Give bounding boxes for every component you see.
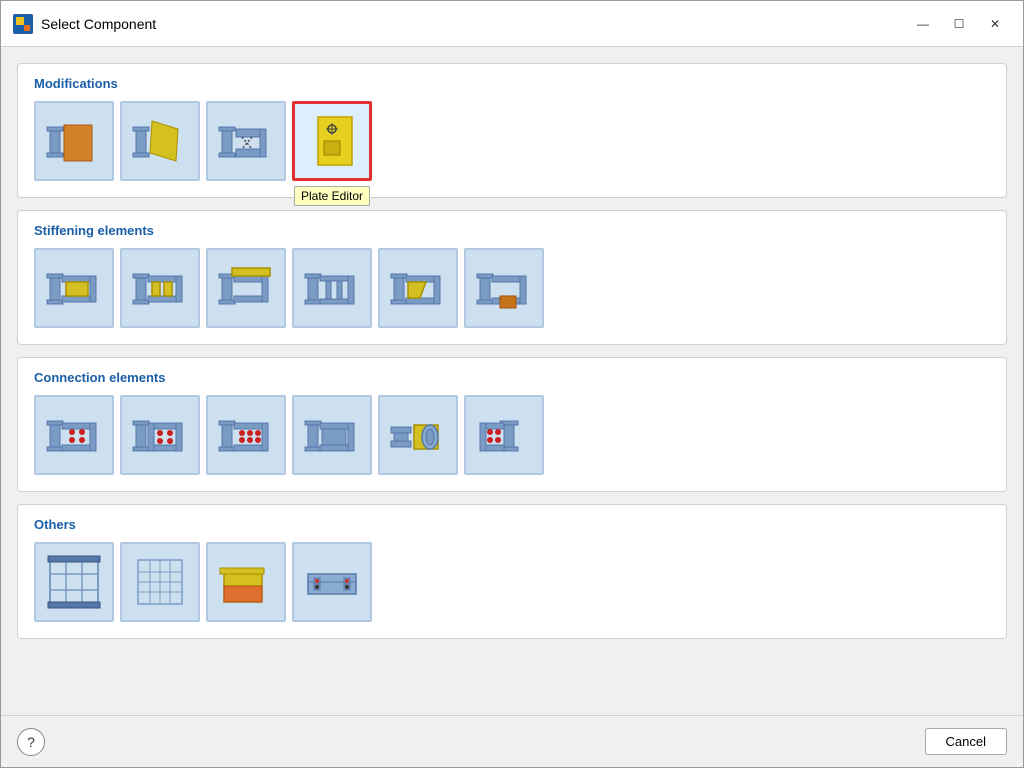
close-button[interactable]: ✕	[979, 10, 1011, 38]
others-section: Others	[17, 504, 1007, 639]
minimize-button[interactable]: —	[907, 10, 939, 38]
modifications-title: Modifications	[34, 76, 990, 91]
app-icon	[13, 14, 33, 34]
stiffening-title: Stiffening elements	[34, 223, 990, 238]
connection-items	[34, 395, 990, 475]
help-button[interactable]: ?	[17, 728, 45, 756]
modifications-items: Plate Editor	[34, 101, 990, 181]
conn-item-6[interactable]	[464, 395, 544, 475]
window-controls: — ☐ ✕	[907, 10, 1011, 38]
plate-editor-tooltip: Plate Editor	[294, 186, 370, 206]
select-component-dialog: Select Component — ☐ ✕ Modifications	[0, 0, 1024, 768]
stiff-item-2[interactable]	[120, 248, 200, 328]
stiffening-items	[34, 248, 990, 328]
mod-item-2[interactable]	[120, 101, 200, 181]
modifications-section: Modifications	[17, 63, 1007, 198]
stiffening-section: Stiffening elements	[17, 210, 1007, 345]
stiff-item-6[interactable]	[464, 248, 544, 328]
other-item-4[interactable]	[292, 542, 372, 622]
conn-item-3[interactable]	[206, 395, 286, 475]
other-item-1[interactable]	[34, 542, 114, 622]
conn-item-1[interactable]	[34, 395, 114, 475]
stiff-item-3[interactable]	[206, 248, 286, 328]
other-item-2[interactable]	[120, 542, 200, 622]
stiff-item-5[interactable]	[378, 248, 458, 328]
maximize-button[interactable]: ☐	[943, 10, 975, 38]
mod-item-4[interactable]: Plate Editor	[292, 101, 372, 181]
connection-section: Connection elements	[17, 357, 1007, 492]
cancel-button[interactable]: Cancel	[925, 728, 1007, 755]
mod-item-3[interactable]	[206, 101, 286, 181]
stiff-item-1[interactable]	[34, 248, 114, 328]
dialog-title: Select Component	[41, 16, 156, 32]
conn-item-2[interactable]	[120, 395, 200, 475]
connection-title: Connection elements	[34, 370, 990, 385]
other-item-3[interactable]	[206, 542, 286, 622]
conn-item-4[interactable]	[292, 395, 372, 475]
content-area: Modifications	[1, 47, 1023, 715]
others-title: Others	[34, 517, 990, 532]
title-bar-left: Select Component	[13, 14, 156, 34]
others-items	[34, 542, 990, 622]
stiff-item-4[interactable]	[292, 248, 372, 328]
footer: ? Cancel	[1, 715, 1023, 767]
mod-item-1[interactable]	[34, 101, 114, 181]
title-bar: Select Component — ☐ ✕	[1, 1, 1023, 47]
conn-item-5[interactable]	[378, 395, 458, 475]
